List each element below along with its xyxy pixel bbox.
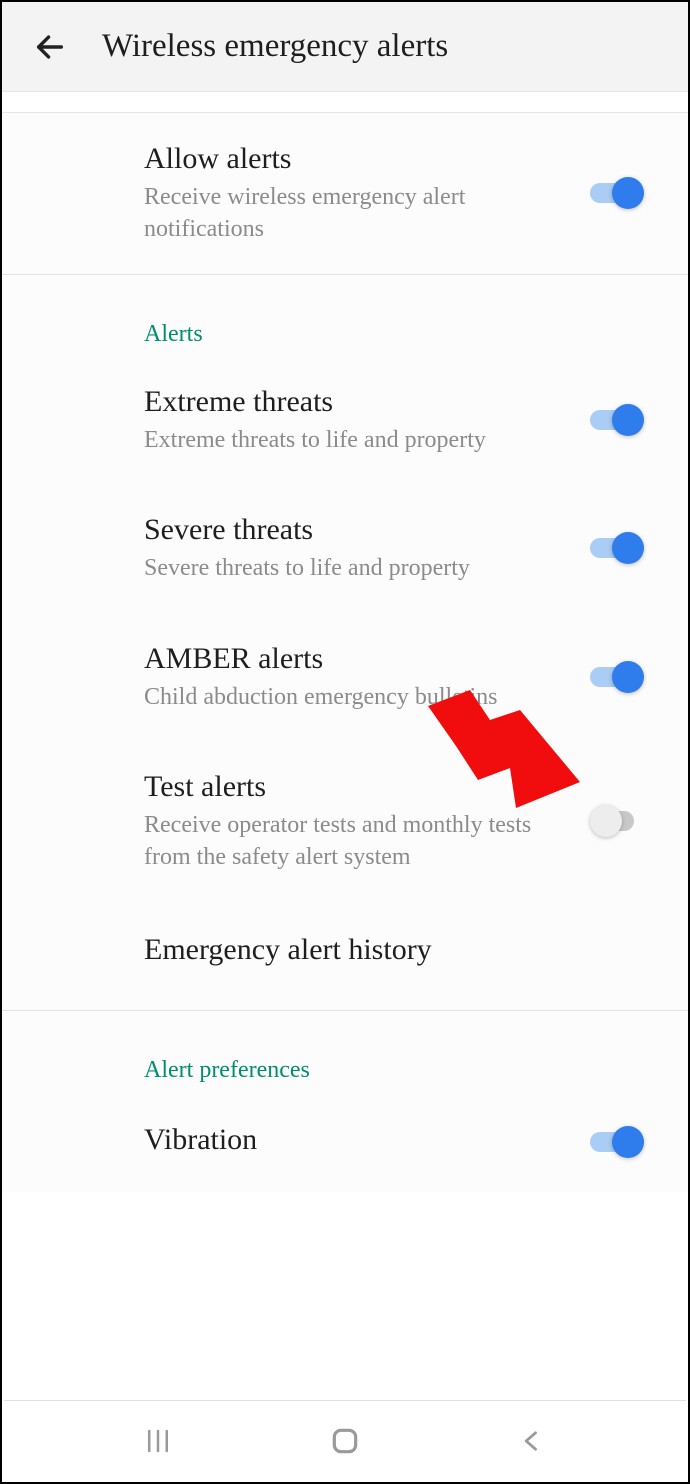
back-button[interactable] bbox=[26, 23, 74, 71]
setting-subtitle: Extreme threats to life and property bbox=[144, 424, 566, 456]
section-header-alerts: Alerts bbox=[2, 275, 688, 356]
setting-title: Extreme threats bbox=[144, 384, 566, 420]
toggle-amber-alerts[interactable] bbox=[590, 659, 646, 695]
nav-recents-button[interactable] bbox=[130, 1413, 186, 1469]
section-header-preferences: Alert preferences bbox=[2, 1011, 688, 1092]
setting-text: Extreme threats Extreme threats to life … bbox=[144, 384, 590, 456]
toggle-allow-alerts[interactable] bbox=[590, 175, 646, 211]
page-title: Wireless emergency alerts bbox=[102, 28, 448, 65]
section-alerts: Alerts Extreme threats Extreme threats t… bbox=[2, 275, 688, 1011]
setting-amber-alerts[interactable]: AMBER alerts Child abduction emergency b… bbox=[2, 613, 688, 741]
home-icon bbox=[329, 1425, 361, 1457]
setting-text: AMBER alerts Child abduction emergency b… bbox=[144, 641, 590, 713]
setting-title: Vibration bbox=[144, 1122, 566, 1158]
toggle-vibration[interactable] bbox=[590, 1124, 646, 1160]
setting-text: Test alerts Receive operator tests and m… bbox=[144, 769, 590, 874]
setting-subtitle: Child abduction emergency bulletins bbox=[144, 681, 566, 713]
setting-text: Allow alerts Receive wireless emergency … bbox=[144, 141, 590, 246]
setting-title: Severe threats bbox=[144, 512, 566, 548]
setting-emergency-history[interactable]: Emergency alert history bbox=[2, 902, 688, 1010]
setting-text: Vibration bbox=[144, 1122, 590, 1162]
recents-icon bbox=[143, 1426, 173, 1456]
system-nav-bar bbox=[4, 1400, 686, 1480]
setting-subtitle: Severe threats to life and property bbox=[144, 552, 566, 584]
setting-allow-alerts[interactable]: Allow alerts Receive wireless emergency … bbox=[2, 113, 688, 274]
setting-extreme-threats[interactable]: Extreme threats Extreme threats to life … bbox=[2, 356, 688, 484]
setting-title: Allow alerts bbox=[144, 141, 566, 177]
nav-back-button[interactable] bbox=[504, 1413, 560, 1469]
setting-severe-threats[interactable]: Severe threats Severe threats to life an… bbox=[2, 484, 688, 612]
setting-subtitle: Receive wireless emergency alert notific… bbox=[144, 181, 566, 246]
setting-test-alerts[interactable]: Test alerts Receive operator tests and m… bbox=[2, 741, 688, 902]
toggle-extreme-threats[interactable] bbox=[590, 402, 646, 438]
setting-text: Emergency alert history bbox=[144, 932, 646, 972]
setting-text: Severe threats Severe threats to life an… bbox=[144, 512, 590, 584]
nav-home-button[interactable] bbox=[317, 1413, 373, 1469]
app-header: Wireless emergency alerts bbox=[2, 2, 688, 92]
chevron-left-icon bbox=[518, 1427, 546, 1455]
setting-title: AMBER alerts bbox=[144, 641, 566, 677]
toggle-test-alerts[interactable] bbox=[590, 803, 646, 839]
setting-vibration[interactable]: Vibration bbox=[2, 1092, 688, 1192]
setting-subtitle: Receive operator tests and monthly tests… bbox=[144, 809, 566, 874]
arrow-left-icon bbox=[33, 30, 67, 64]
section-preferences: Alert preferences Vibration bbox=[2, 1011, 688, 1192]
section-allow: Allow alerts Receive wireless emergency … bbox=[2, 112, 688, 275]
setting-title: Test alerts bbox=[144, 769, 566, 805]
setting-title: Emergency alert history bbox=[144, 932, 622, 968]
toggle-severe-threats[interactable] bbox=[590, 530, 646, 566]
